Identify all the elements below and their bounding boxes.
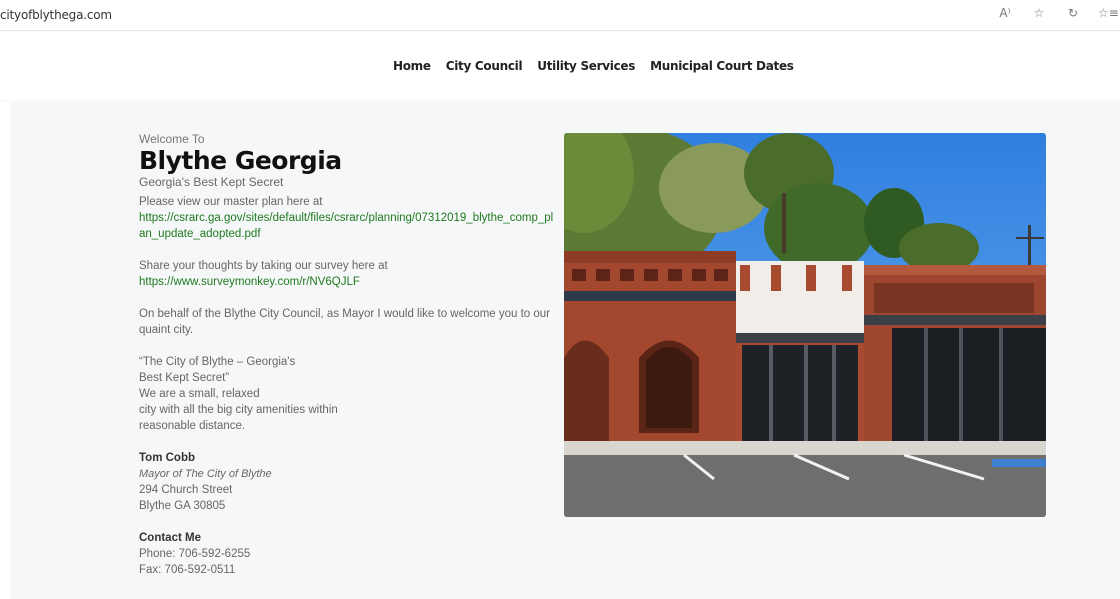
nav-home[interactable]: Home xyxy=(393,59,431,73)
fax-number: Fax: 706-592-0511 xyxy=(139,564,236,576)
master-plan-text: Please view our master plan here at xyxy=(139,196,323,208)
address-line-2: Blythe GA 30805 xyxy=(139,500,226,512)
refresh-icon[interactable]: ↻ xyxy=(1064,6,1082,20)
master-plan-link[interactable]: https://csrarc.ga.gov/sites/default/file… xyxy=(139,210,559,242)
favorite-icon[interactable]: ☆ xyxy=(1030,6,1048,20)
contact-heading: Contact Me xyxy=(139,532,201,544)
favorites-bar-icon[interactable]: ☆≡ xyxy=(1098,6,1119,20)
survey-text: Share your thoughts by taking our survey… xyxy=(139,260,388,272)
nav-municipal-court-dates[interactable]: Municipal Court Dates xyxy=(650,59,794,73)
browser-toolbar-icons: A⁾ ☆ ↻ ☆≡ xyxy=(996,6,1119,20)
mayor-name: Tom Cobb xyxy=(139,452,195,464)
read-aloud-icon[interactable]: A⁾ xyxy=(996,6,1014,20)
quote-line: Best Kept Secret” xyxy=(139,372,230,384)
city-hall-photo xyxy=(564,133,1046,517)
tagline: Georgia's Best Kept Secret xyxy=(139,175,284,189)
quote-line: We are a small, relaxed xyxy=(139,388,260,400)
phone-number: Phone: 706-592-6255 xyxy=(139,548,251,560)
main-content: Welcome To Blythe Georgia Georgia's Best… xyxy=(10,102,1120,599)
quote-line: reasonable distance. xyxy=(139,420,246,432)
welcome-text: Welcome To xyxy=(139,132,205,146)
address-url[interactable]: cityofblythega.com xyxy=(0,8,112,22)
building-illustration xyxy=(564,133,1046,517)
address-line-1: 294 Church Street xyxy=(139,484,233,496)
browser-address-bar: cityofblythega.com A⁾ ☆ ↻ ☆≡ xyxy=(0,0,1120,31)
welcome-section: Welcome To Blythe Georgia Georgia's Best… xyxy=(139,132,559,578)
nav-city-council[interactable]: City Council xyxy=(446,59,523,73)
site-navigation: Home City Council Utility Services Munic… xyxy=(0,32,1120,100)
quote-line: city with all the big city amenities wit… xyxy=(139,404,338,416)
mayor-welcome-text: On behalf of the Blythe City Council, as… xyxy=(139,308,551,336)
survey-link[interactable]: https://www.surveymonkey.com/r/NV6QJLF xyxy=(139,274,559,290)
nav-utility-services[interactable]: Utility Services xyxy=(537,59,635,73)
nav-links: Home City Council Utility Services Munic… xyxy=(393,59,794,73)
quote-line: “The City of Blythe – Georgia's xyxy=(139,356,296,368)
mayor-role: Mayor of The City of Blythe xyxy=(139,468,272,480)
page-title: Blythe Georgia xyxy=(139,146,342,175)
